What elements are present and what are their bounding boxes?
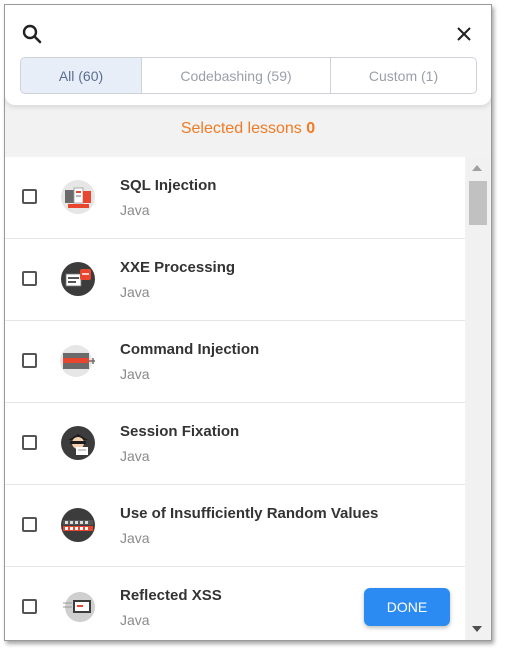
dialog-header: All (60) Codebashing (59) Custom (1) [5,5,491,105]
lesson-language: Java [120,202,150,218]
list-item: Command Injection Java [5,321,465,403]
xxe-processing-icon [60,261,96,297]
lesson-language: Java [120,530,150,546]
lesson-language: Java [120,284,150,300]
lesson-picker-dialog: All (60) Codebashing (59) Custom (1) Sel… [4,4,492,641]
done-button[interactable]: DONE [364,588,450,626]
list-item: SQL Injection Java [5,157,465,239]
search-icon[interactable] [21,23,43,45]
random-values-icon [60,507,96,543]
command-injection-icon [60,343,96,379]
list-item: Use of Insufficiently Random Values Java [5,485,465,567]
lesson-title: Reflected XSS [120,587,222,604]
selected-lessons-counter: Selected lessons 0 [5,120,491,138]
filter-tabs: All (60) Codebashing (59) Custom (1) [20,57,477,94]
selected-lessons-label: Selected lessons [180,120,302,137]
close-icon[interactable] [453,23,475,45]
list-scrollbar[interactable] [467,157,489,640]
lesson-checkbox[interactable] [22,271,37,286]
lesson-title: Session Fixation [120,423,240,440]
lesson-list: SQL Injection Java XXE Processing Java C… [5,157,465,640]
lesson-title: Command Injection [120,341,260,358]
lesson-title: Use of Insufficiently Random Values [120,505,379,522]
reflected-xss-icon [60,589,96,625]
tab-all[interactable]: All (60) [20,57,142,94]
tab-codebashing[interactable]: Codebashing (59) [142,57,331,94]
lesson-language: Java [120,448,150,464]
session-fixation-icon [60,425,96,461]
scroll-up-arrow-icon[interactable] [472,165,482,171]
scrollbar-thumb[interactable] [469,181,487,225]
lesson-checkbox[interactable] [22,599,37,614]
lesson-checkbox[interactable] [22,517,37,532]
lesson-checkbox[interactable] [22,435,37,450]
lesson-title: XXE Processing [120,259,236,276]
tab-custom[interactable]: Custom (1) [331,57,477,94]
list-item: Session Fixation Java [5,403,465,485]
lesson-title: SQL Injection [120,177,217,194]
scroll-down-arrow-icon[interactable] [472,626,482,632]
lesson-checkbox[interactable] [22,353,37,368]
lesson-language: Java [120,366,150,382]
list-item: XXE Processing Java [5,239,465,321]
lesson-language: Java [120,612,150,628]
lesson-checkbox[interactable] [22,189,37,204]
sql-injection-icon [60,179,96,215]
selected-lessons-count: 0 [306,120,316,137]
